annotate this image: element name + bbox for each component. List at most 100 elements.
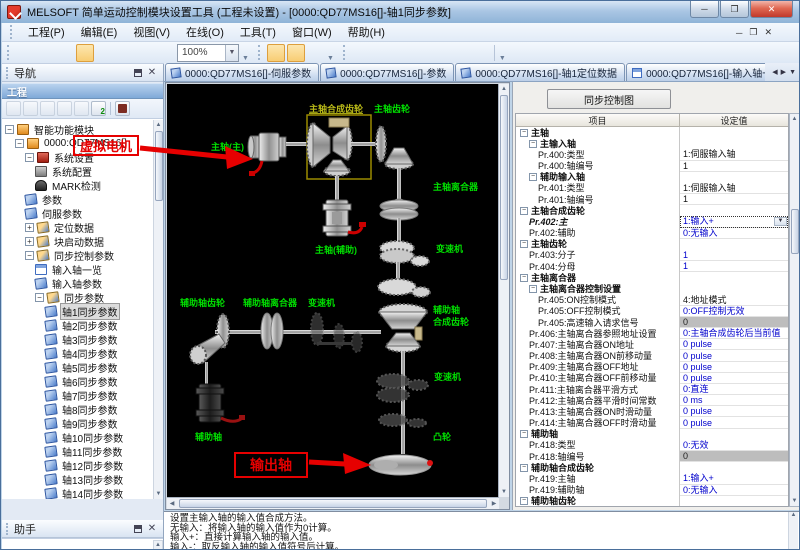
- parameter-row[interactable]: 主输入轴 ▼: [516, 138, 788, 149]
- new[interactable]: [16, 44, 34, 62]
- parameter-row[interactable]: 主轴离合器控制设置 ▼: [516, 283, 788, 294]
- parameter-value-cell[interactable]: ▼: [680, 283, 788, 294]
- parameter-row[interactable]: Pr.411:主轴离合器平滑方式 0:直连 ▼: [516, 384, 788, 395]
- scrollbar-thumb[interactable]: [500, 95, 508, 280]
- parameter-row[interactable]: Pr.401:类型 1:伺服输入轴 ▼: [516, 183, 788, 194]
- parameter-value-cell[interactable]: 0:直连 ▼: [680, 384, 788, 395]
- sync-control-diagram-button[interactable]: 同步控制图: [547, 89, 671, 109]
- parameter-value-cell[interactable]: 0 pulse ▼: [680, 350, 788, 361]
- tree-item[interactable]: 输入轴一览: [2, 262, 152, 276]
- parameter-value-cell[interactable]: 0:无效 ▼: [680, 440, 788, 451]
- write[interactable]: [352, 44, 370, 62]
- parameter-value-cell[interactable]: ▼: [680, 272, 788, 283]
- nav-tool-module-icon[interactable]: [115, 101, 130, 116]
- scrollbar-thumb[interactable]: [179, 499, 487, 508]
- parameter-row[interactable]: 主轴合成齿轮 ▼: [516, 205, 788, 216]
- parameter-row[interactable]: Pr.414:主轴离合器OFF时滑动量 0 pulse ▼: [516, 417, 788, 428]
- parameter-row[interactable]: 主轴 ▼: [516, 127, 788, 138]
- row-expander-icon[interactable]: [520, 207, 528, 215]
- tree-item[interactable]: 轴6同步参数: [2, 374, 152, 388]
- scroll-down-icon[interactable]: ▼: [154, 489, 163, 499]
- monitor[interactable]: [392, 44, 410, 62]
- column-header-item[interactable]: 项目: [516, 114, 680, 126]
- grid-vertical-scrollbar[interactable]: ▲ ▼: [789, 113, 800, 507]
- tree-item[interactable]: 参数: [2, 192, 152, 206]
- parameter-row[interactable]: 主轴齿轮 ▼: [516, 239, 788, 250]
- nav-tool-icon[interactable]: [6, 101, 21, 116]
- column-header-value[interactable]: 设定值: [680, 114, 788, 126]
- parameter-value-cell[interactable]: 1 ▼: [680, 250, 788, 261]
- canvas-horizontal-scrollbar[interactable]: ◀ ▶: [167, 497, 499, 509]
- tree-scrollbar[interactable]: ▲ ▼: [153, 120, 163, 499]
- open[interactable]: [36, 44, 54, 62]
- parameter-value-cell[interactable]: 1 ▼: [680, 161, 788, 172]
- parameter-row[interactable]: Pr.403:分子 1 ▼: [516, 250, 788, 261]
- tree-expander-icon[interactable]: [25, 251, 34, 260]
- tree-item[interactable]: 输入轴参数: [2, 276, 152, 290]
- tree-item[interactable]: 轴12同步参数: [2, 458, 152, 472]
- tree-item[interactable]: 系统配置: [2, 164, 152, 178]
- parameter-value-cell[interactable]: 0 ms ▼: [680, 395, 788, 406]
- tree-expander-icon[interactable]: [25, 153, 34, 162]
- scroll-down-icon[interactable]: ▼: [790, 496, 799, 506]
- parameter-value-cell[interactable]: 0:无输入 ▼: [680, 485, 788, 496]
- restore-button[interactable]: ❐: [720, 1, 749, 18]
- parameter-row[interactable]: Pr.408:主轴离合器ON前移动量 0 pulse ▼: [516, 350, 788, 361]
- mdi-close-icon[interactable]: ✕: [764, 27, 772, 38]
- redo[interactable]: [156, 44, 174, 62]
- tree-item[interactable]: 智能功能模块: [2, 122, 152, 136]
- tree-item[interactable]: 轴13同步参数: [2, 472, 152, 486]
- parameter-row[interactable]: Pr.405:OFF控制模式 0:OFF控制无效 ▼: [516, 306, 788, 317]
- parameter-value-cell[interactable]: 0 pulse ▼: [680, 362, 788, 373]
- cut[interactable]: [76, 44, 94, 62]
- document-tab[interactable]: 0000:QD77MS16[]-轴1定位数据: [455, 63, 625, 81]
- menu-item[interactable]: 在线(O): [178, 22, 232, 42]
- nav-tool-icon[interactable]: [40, 101, 55, 116]
- menu-item[interactable]: 帮助(H): [340, 22, 393, 42]
- parameter-value-cell[interactable]: 0:主轴合成齿轮后当前值 ▼: [680, 328, 788, 339]
- parameter-row[interactable]: Pr.406:主轴离合器参照地址设置 0:主轴合成齿轮后当前值 ▼: [516, 328, 788, 339]
- parameter-row[interactable]: Pr.400:轴编号 1 ▼: [516, 161, 788, 172]
- help-scrollbar[interactable]: ▲: [788, 512, 798, 550]
- tree-item[interactable]: 轴14同步参数: [2, 486, 152, 499]
- tree-expander-icon[interactable]: [15, 139, 24, 148]
- nav-tool-sort-icon[interactable]: [91, 101, 106, 116]
- copy[interactable]: [96, 44, 114, 62]
- close-button[interactable]: ✕: [750, 1, 793, 18]
- nav-tool-icon[interactable]: [57, 101, 72, 116]
- menu-item[interactable]: 工具(T): [232, 22, 284, 42]
- row-expander-icon[interactable]: [529, 140, 537, 148]
- mdi-restore-icon[interactable]: ❐: [749, 27, 757, 38]
- chevron-down-icon[interactable]: ▼: [225, 45, 238, 61]
- menu-item[interactable]: 编辑(E): [73, 22, 126, 42]
- monitor[interactable]: [412, 44, 430, 62]
- monitor[interactable]: [432, 44, 450, 62]
- tree-expander-icon[interactable]: [25, 237, 34, 246]
- row-expander-icon[interactable]: [520, 464, 528, 472]
- tree-item[interactable]: 定位数据: [2, 220, 152, 234]
- canvas-vertical-scrollbar[interactable]: ▲ ▼: [498, 84, 509, 497]
- project-section-band[interactable]: 工程: [2, 83, 163, 99]
- parameter-row[interactable]: Pr.405:高速输入请求信号 0 ▼: [516, 317, 788, 328]
- mdi-minimize-icon[interactable]: ─: [736, 28, 742, 38]
- tree-item[interactable]: 轴3同步参数: [2, 332, 152, 346]
- tree-item[interactable]: 轴11同步参数: [2, 444, 152, 458]
- row-expander-icon[interactable]: [529, 285, 537, 293]
- parameter-value-cell[interactable]: 0:OFF控制无效 ▼: [680, 306, 788, 317]
- scroll-up-icon[interactable]: ▲: [154, 120, 163, 130]
- tree-expander-icon[interactable]: [35, 293, 44, 302]
- scroll-down-icon[interactable]: ▼: [499, 487, 509, 497]
- row-expander-icon[interactable]: [520, 274, 528, 282]
- undo[interactable]: [136, 44, 154, 62]
- chevron-down-icon[interactable]: ▼: [774, 217, 787, 225]
- nav-toggle[interactable]: [267, 44, 285, 62]
- parameter-value-cell[interactable]: 1:输入+ ▼: [680, 216, 788, 227]
- tree-item[interactable]: 轴2同步参数: [2, 318, 152, 332]
- parameter-value-cell[interactable]: 0 pulse ▼: [680, 339, 788, 350]
- parameter-value-cell[interactable]: ▼: [680, 462, 788, 473]
- parameter-row[interactable]: Pr.402:辅助 0:无输入 ▼: [516, 228, 788, 239]
- parameter-value-cell[interactable]: ▼: [680, 172, 788, 183]
- parameter-row[interactable]: Pr.412:主轴离合器平滑时间常数 0 ms ▼: [516, 395, 788, 406]
- parameter-row[interactable]: Pr.413:主轴离合器ON时滑动量 0 pulse ▼: [516, 406, 788, 417]
- parameter-value-cell[interactable]: 1:输入+ ▼: [680, 473, 788, 484]
